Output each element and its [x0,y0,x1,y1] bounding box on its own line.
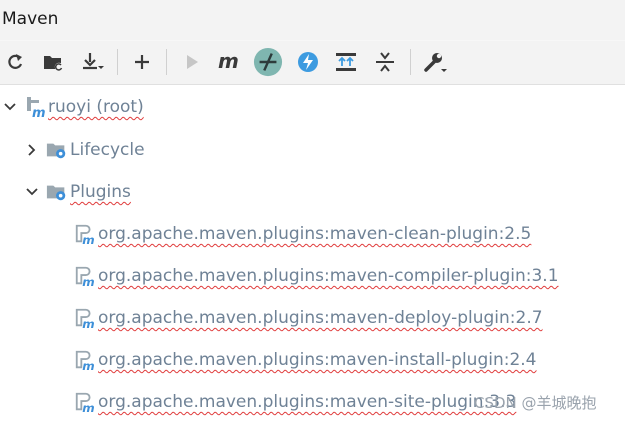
download-button[interactable] [78,47,108,77]
settings-button[interactable] [420,47,450,77]
skip-tests-button[interactable] [293,47,323,77]
maven-toolbar: m [0,41,625,85]
svg-text:m: m [218,52,239,72]
offline-toggle-icon [253,47,283,77]
tool-window-title: Maven [2,9,59,29]
run-button[interactable] [177,47,207,77]
toolbar-separator [410,49,411,75]
execute-goal-button[interactable]: m [215,47,245,77]
maven-projects-tree: m ruoyi (root) Lifecycle Plugins m org.a… [0,85,625,421]
show-dependencies-button[interactable] [331,47,361,77]
plugin-label: org.apache.maven.plugins:maven-clean-plu… [98,224,532,244]
wrench-icon [424,53,447,72]
plugin-label: org.apache.maven.plugins:maven-site-plug… [98,392,517,412]
tree-node-lifecycle[interactable]: Lifecycle [24,135,145,165]
tree-node-label: Lifecycle [70,140,145,160]
toolbar-separator [117,49,118,75]
svg-text:m: m [82,275,94,288]
folder-gear-icon [46,181,68,203]
tree-node-label: Plugins [70,182,131,202]
watermark: CSDN @羊城晚抱 [474,394,597,412]
download-icon [83,53,104,70]
tree-node-label: ruoyi (root) [48,97,144,117]
svg-text:m: m [82,317,94,330]
svg-text:m: m [82,401,94,414]
expand-arrow-icon[interactable] [2,99,18,115]
plugin-label: org.apache.maven.plugins:maven-deploy-pl… [98,308,543,328]
folder-refresh-icon [44,56,64,72]
maven-plugin-icon: m [74,391,96,414]
expand-arrow-icon[interactable] [24,184,40,200]
add-project-button[interactable] [127,47,157,77]
chevron-right-icon[interactable] [24,142,40,158]
tree-node-root[interactable]: m ruoyi (root) [2,92,144,122]
folder-gear-icon [46,139,68,161]
tree-node-plugin[interactable]: m org.apache.maven.plugins:maven-install… [74,345,537,375]
maven-plugin-icon: m [74,307,96,330]
svg-text:m: m [32,106,46,118]
play-icon [187,55,198,69]
lightning-icon [298,52,318,72]
dependencies-icon [336,53,356,71]
svg-text:m: m [82,233,94,246]
tree-node-plugin[interactable]: m org.apache.maven.plugins:maven-deploy-… [74,303,543,333]
plus-icon [135,55,149,69]
svg-text:m: m [82,359,94,372]
refresh-icon [8,54,23,69]
plugin-label: org.apache.maven.plugins:maven-install-p… [98,350,537,370]
collapse-all-button[interactable] [370,47,400,77]
maven-plugin-icon: m [74,349,96,372]
tree-node-plugin[interactable]: m org.apache.maven.plugins:maven-site-pl… [74,387,516,417]
tool-window-header: Maven [0,0,625,40]
refresh-button[interactable] [0,47,30,77]
tree-node-plugins[interactable]: Plugins [24,177,131,207]
maven-project-icon: m [24,96,46,118]
offline-mode-toggle[interactable] [253,47,283,77]
generate-sources-button[interactable] [38,47,68,77]
maven-m-icon: m [218,52,239,72]
maven-plugin-icon: m [74,265,96,288]
tree-node-plugin[interactable]: m org.apache.maven.plugins:maven-clean-p… [74,219,531,249]
maven-plugin-icon: m [74,223,96,246]
collapse-all-icon [376,52,394,72]
tree-node-plugin[interactable]: m org.apache.maven.plugins:maven-compile… [74,261,559,291]
plugin-label: org.apache.maven.plugins:maven-compiler-… [98,266,559,286]
toolbar-separator [166,49,167,75]
